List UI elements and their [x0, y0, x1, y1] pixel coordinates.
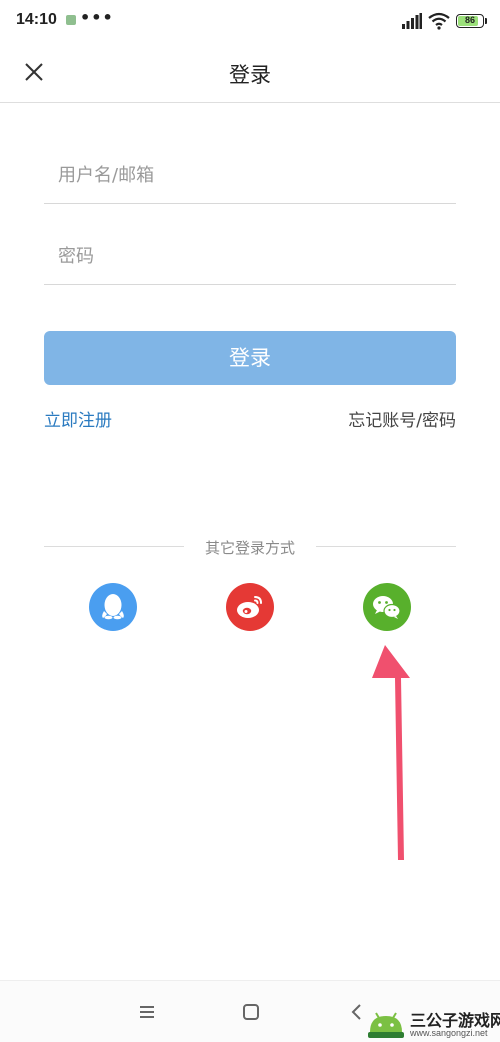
status-time: 14:10 [16, 11, 57, 28]
more-notifications-indicator: ••• [80, 8, 114, 27]
password-input[interactable] [44, 229, 456, 284]
status-bar: 14:10 ••• 86 [0, 0, 500, 44]
qq-login-button[interactable] [89, 583, 137, 631]
back-chevron-icon[interactable] [346, 1001, 368, 1023]
username-field-container [44, 148, 456, 204]
app-notification-icon [66, 15, 76, 25]
weibo-login-button[interactable] [226, 583, 274, 631]
forgot-password-link[interactable]: 忘记账号/密码 [348, 406, 456, 431]
wechat-icon [373, 596, 401, 619]
wechat-login-button[interactable] [363, 583, 411, 631]
other-login-label: 其它登录方式 [204, 539, 295, 557]
page-title: 登录 [229, 63, 271, 87]
battery-tip [485, 18, 487, 24]
menu-icon[interactable] [136, 1001, 158, 1023]
login-button[interactable]: 登录 [44, 331, 456, 385]
watermark: 三公子游戏网 www.sangongzi.net [366, 1004, 500, 1042]
red-arrow-pointing-up [372, 645, 410, 860]
username-input[interactable] [44, 148, 456, 203]
battery-level: 86 [464, 15, 475, 25]
watermark-url: www.sangongzi.net [410, 1028, 488, 1038]
header: 登录 [0, 44, 500, 103]
password-field-container [44, 229, 456, 285]
wifi-icon [428, 12, 450, 30]
signal-icon [402, 13, 422, 29]
battery-icon: 86 [456, 14, 484, 28]
home-square-icon[interactable] [240, 1001, 262, 1023]
divider-right [316, 546, 456, 547]
qq-penguin-icon [102, 594, 124, 620]
weibo-icon [237, 596, 262, 618]
register-link[interactable]: 立即注册 [44, 406, 112, 431]
android-logo-icon [368, 1012, 404, 1038]
